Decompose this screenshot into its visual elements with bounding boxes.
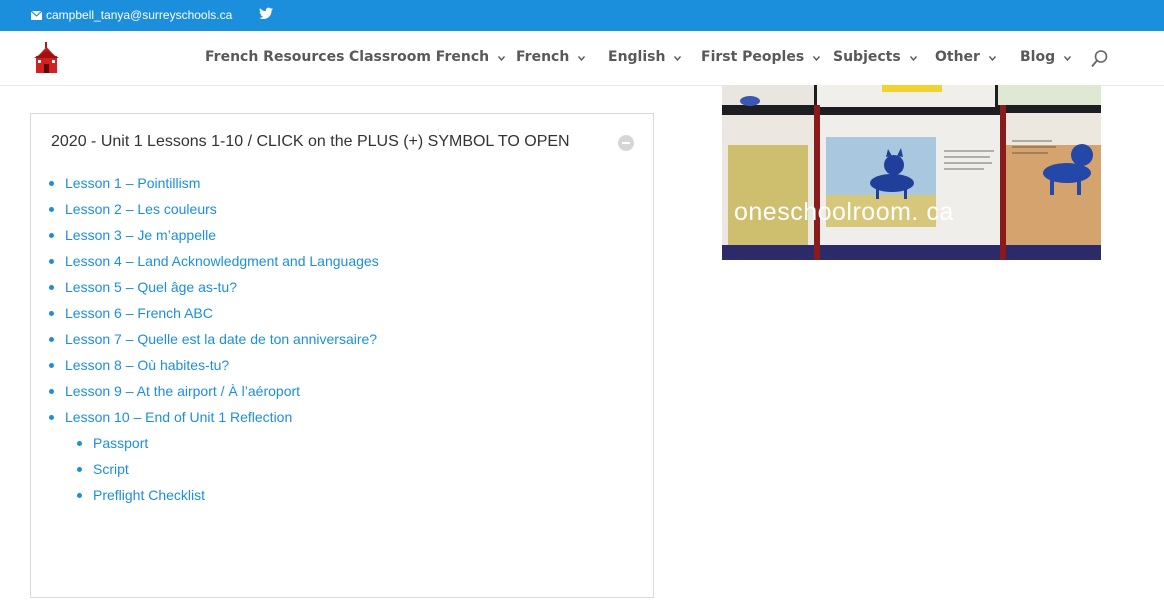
lesson-link[interactable]: Lesson 1 – Pointillism bbox=[65, 175, 200, 191]
list-item: Passport bbox=[76, 433, 205, 459]
list-item: Script bbox=[76, 459, 205, 485]
list-item: Lesson 3 – Je m’appelle bbox=[49, 225, 379, 251]
envelope-icon bbox=[31, 10, 42, 20]
nav-label: English bbox=[608, 49, 666, 65]
nav-label: French Resources bbox=[205, 49, 345, 65]
lesson-link[interactable]: Lesson 6 – French ABC bbox=[65, 305, 213, 321]
list-item: Lesson 9 – At the airport / À l’aéroport bbox=[49, 381, 379, 407]
nav-classroom-french[interactable]: Classroom French bbox=[349, 49, 506, 65]
minus-circle-icon[interactable] bbox=[618, 135, 634, 151]
chevron-down-icon bbox=[498, 55, 506, 61]
nav-label: Subjects bbox=[833, 49, 901, 65]
list-item: Lesson 1 – Pointillism bbox=[49, 173, 379, 199]
chevron-down-icon bbox=[674, 55, 682, 61]
list-item: Lesson 10 – End of Unit 1 Reflection bbox=[49, 407, 379, 433]
nav-label: Other bbox=[935, 49, 980, 65]
search-icon[interactable] bbox=[1091, 50, 1108, 68]
lesson-link[interactable]: Lesson 8 – Où habites-tu? bbox=[65, 357, 229, 373]
sub-link-script[interactable]: Script bbox=[93, 461, 129, 477]
nav-label: French bbox=[516, 49, 570, 65]
chevron-down-icon bbox=[578, 55, 586, 61]
nav-label: First Peoples bbox=[701, 49, 805, 65]
list-item: Lesson 8 – Où habites-tu? bbox=[49, 355, 379, 381]
twitter-icon[interactable] bbox=[259, 7, 273, 20]
lesson-link[interactable]: Lesson 7 – Quelle est la date de ton ann… bbox=[65, 331, 377, 347]
nav-label: Classroom French bbox=[349, 49, 490, 65]
email-text: campbell_tanya@surreyschools.ca bbox=[46, 8, 233, 22]
lesson-link[interactable]: Lesson 3 – Je m’appelle bbox=[65, 227, 216, 243]
nav-english[interactable]: English bbox=[608, 49, 682, 65]
lesson-link[interactable]: Lesson 9 – At the airport / À l’aéroport bbox=[65, 383, 300, 399]
chevron-down-icon bbox=[909, 55, 917, 61]
lesson-link[interactable]: Lesson 10 – End of Unit 1 Reflection bbox=[65, 409, 292, 425]
schoolhouse-logo[interactable] bbox=[34, 41, 59, 75]
chevron-down-icon bbox=[1064, 55, 1072, 61]
nav-label: Blog bbox=[1020, 49, 1056, 65]
top-bar: campbell_tanya@surreyschools.ca bbox=[0, 0, 1164, 31]
list-item: Preflight Checklist bbox=[76, 485, 205, 511]
unit-accordion: 2020 - Unit 1 Lessons 1-10 / CLICK on th… bbox=[30, 113, 654, 598]
nav-subjects[interactable]: Subjects bbox=[833, 49, 917, 65]
reflection-sublist: Passport Script Preflight Checklist bbox=[76, 433, 205, 511]
nav-french[interactable]: French bbox=[516, 49, 586, 65]
nav-french-resources[interactable]: French Resources bbox=[205, 49, 344, 65]
site-header: French Resources Classroom French French… bbox=[0, 31, 1164, 85]
nav-other[interactable]: Other bbox=[935, 49, 996, 65]
email-link[interactable]: campbell_tanya@surreyschools.ca bbox=[31, 8, 232, 22]
list-item: Lesson 2 – Les couleurs bbox=[49, 199, 379, 225]
sub-link-preflight-checklist[interactable]: Preflight Checklist bbox=[93, 487, 205, 503]
nav-blog[interactable]: Blog bbox=[1020, 49, 1072, 65]
chevron-down-icon bbox=[813, 55, 821, 61]
list-item: Lesson 5 – Quel âge as-tu? bbox=[49, 277, 379, 303]
nav-first-peoples[interactable]: First Peoples bbox=[701, 49, 821, 65]
artwork-collage bbox=[722, 85, 1101, 260]
list-item: Lesson 6 – French ABC bbox=[49, 303, 379, 329]
accordion-title[interactable]: 2020 - Unit 1 Lessons 1-10 / CLICK on th… bbox=[51, 133, 570, 151]
list-item: Lesson 4 – Land Acknowledgment and Langu… bbox=[49, 251, 379, 277]
classroom-artwork-image: oneschoolroom. ca bbox=[722, 85, 1101, 260]
sub-link-passport[interactable]: Passport bbox=[93, 435, 148, 451]
chevron-down-icon bbox=[988, 55, 996, 61]
lesson-list: Lesson 1 – Pointillism Lesson 2 – Les co… bbox=[49, 173, 379, 433]
lesson-link[interactable]: Lesson 5 – Quel âge as-tu? bbox=[65, 279, 237, 295]
list-item: Lesson 7 – Quelle est la date de ton ann… bbox=[49, 329, 379, 355]
image-watermark: oneschoolroom. ca bbox=[734, 198, 954, 226]
lesson-link[interactable]: Lesson 4 – Land Acknowledgment and Langu… bbox=[65, 253, 379, 269]
lesson-link[interactable]: Lesson 2 – Les couleurs bbox=[65, 201, 217, 217]
